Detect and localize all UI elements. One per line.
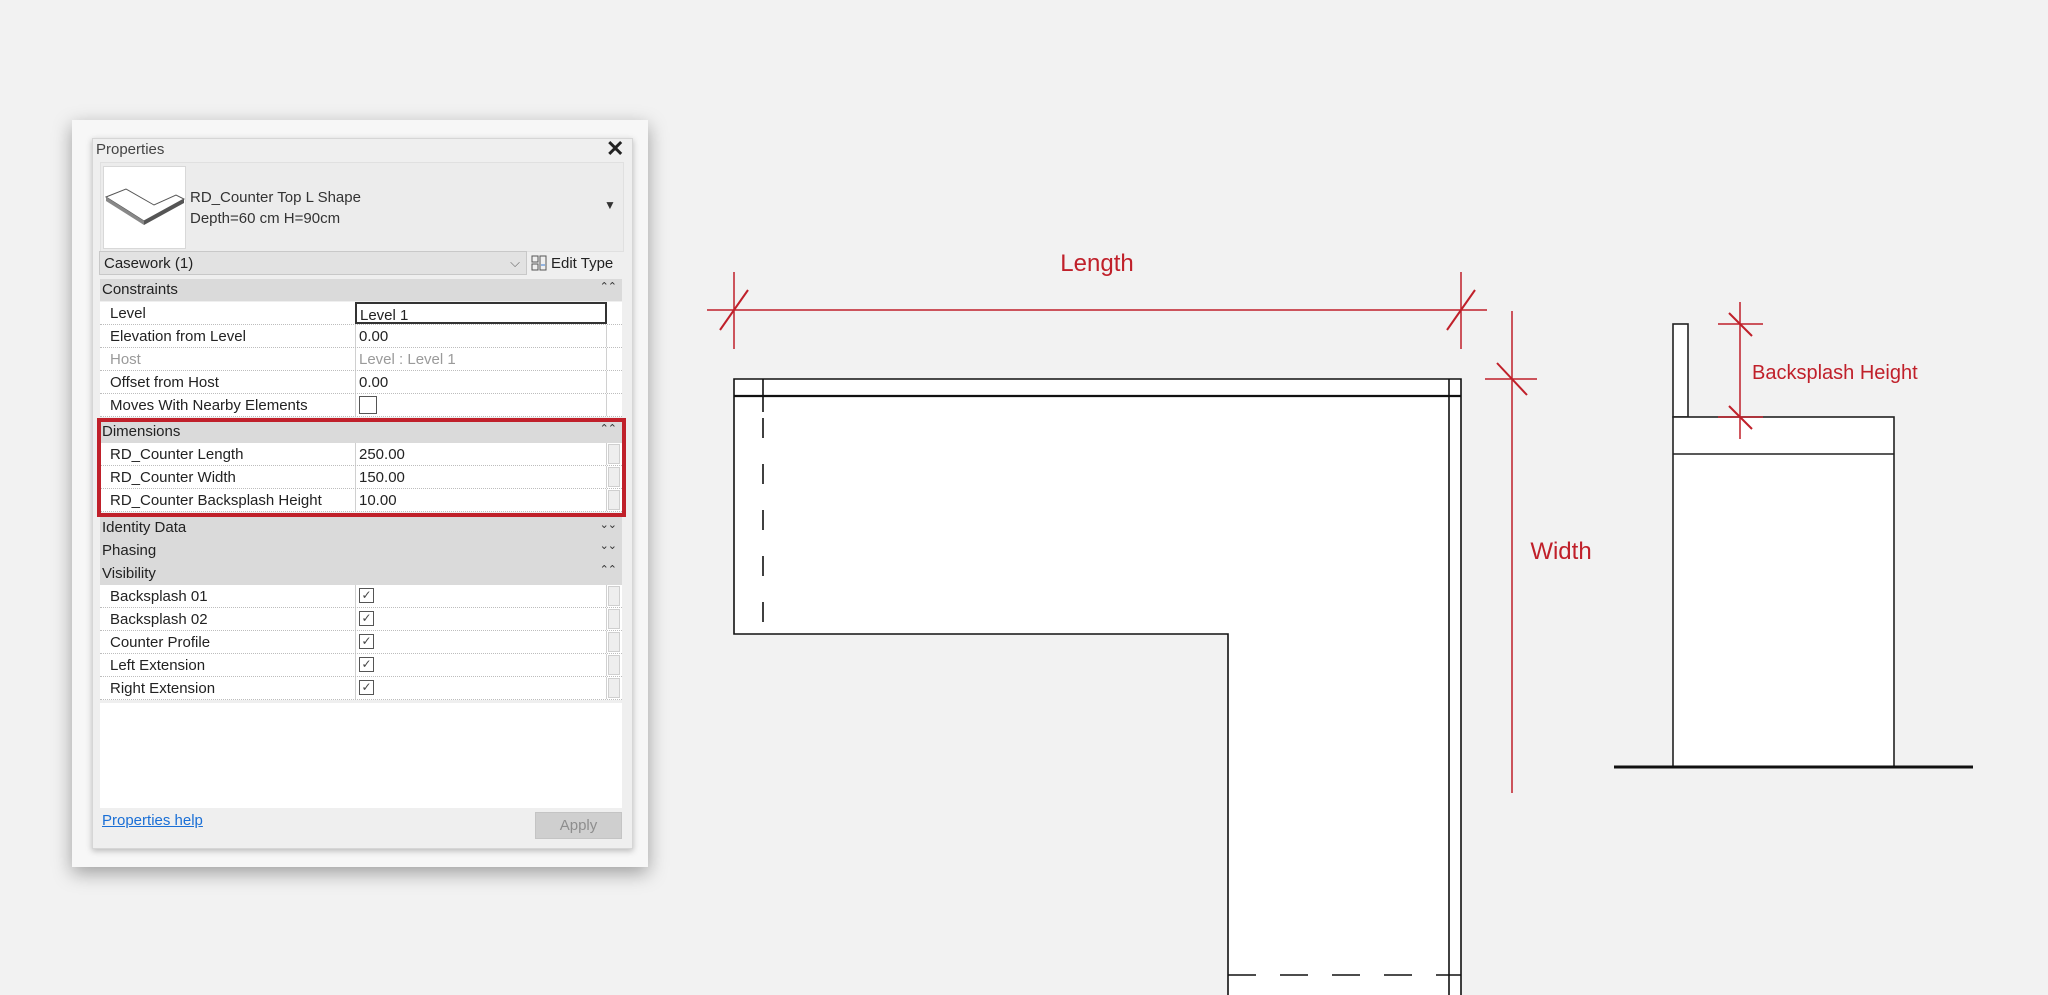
backsplash-profile — [1672, 323, 1689, 418]
elevation-view: Backsplash Height — [1614, 302, 1973, 769]
counter-body — [1672, 416, 1895, 768]
backsplash-height-label: Backsplash Height — [1752, 362, 1918, 384]
